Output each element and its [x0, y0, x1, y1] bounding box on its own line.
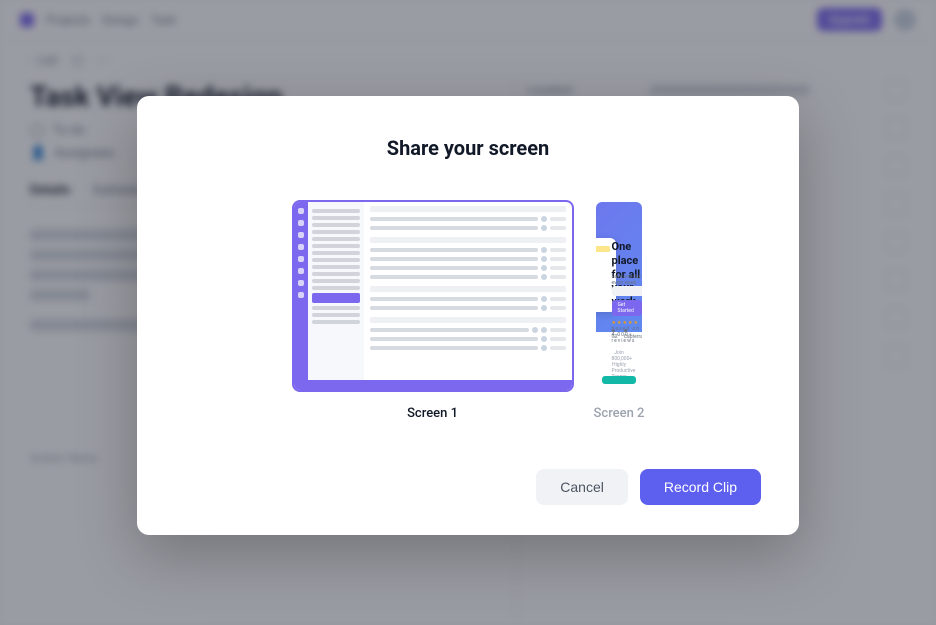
screen-1-thumbnail — [292, 200, 574, 392]
screen-2-label: Screen 2 — [594, 406, 645, 421]
screen-options: Screen 1 One place for all your work. Sa… — [175, 200, 761, 421]
screen-option-2[interactable]: One place for all your work. Save one da… — [594, 200, 645, 421]
screen-1-label: Screen 1 — [407, 406, 458, 421]
cancel-button[interactable]: Cancel — [536, 469, 628, 505]
screen-option-1[interactable]: Screen 1 — [292, 200, 574, 421]
modal-actions: Cancel Record Clip — [175, 469, 761, 505]
modal-title: Share your screen — [175, 136, 761, 160]
record-clip-button[interactable]: Record Clip — [640, 469, 761, 505]
share-screen-modal: Share your screen — [137, 96, 799, 535]
screen-2-thumbnail: One place for all your work. Save one da… — [594, 200, 645, 392]
